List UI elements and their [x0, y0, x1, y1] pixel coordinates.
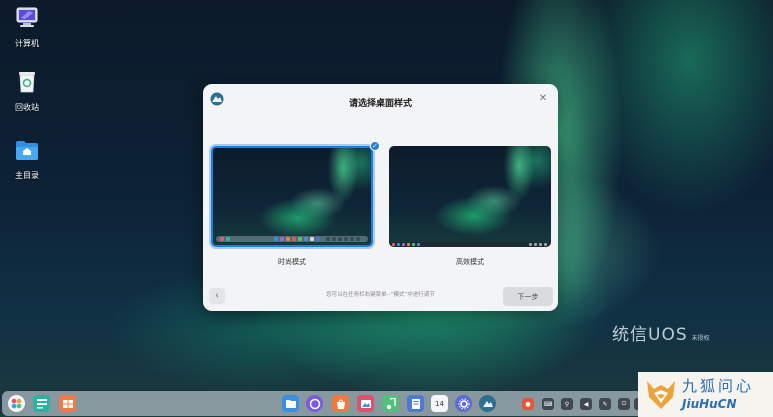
calendar-day: 14 — [435, 399, 444, 408]
preview-dock — [389, 242, 551, 247]
option-efficient-mode[interactable]: 高效模式 — [389, 146, 551, 267]
image-viewer-icon[interactable] — [357, 395, 374, 412]
jiuhu-logo: 九狐问心 JiuHuCN — [638, 372, 773, 417]
keyboard-icon[interactable]: ⌨ — [542, 398, 554, 410]
file-manager-icon[interactable] — [282, 395, 299, 412]
document-viewer-icon[interactable] — [407, 395, 424, 412]
option-label: 时尚模式 — [278, 258, 306, 266]
logo-cn-text: 九狐问心 — [682, 377, 755, 395]
preview-dock — [216, 236, 368, 242]
desktop-icon-label: 主目录 — [15, 171, 39, 180]
selected-check-icon: ✓ — [370, 141, 380, 151]
power-icon[interactable]: ⏻ — [618, 398, 630, 410]
option-label: 高效模式 — [456, 258, 484, 266]
calendar-icon[interactable]: 14 — [431, 395, 448, 412]
logo-en-text: JiuHuCN — [682, 397, 737, 411]
launcher-icon[interactable] — [8, 395, 25, 412]
multitask-icon[interactable] — [33, 395, 50, 412]
fox-logo-icon — [647, 381, 675, 409]
usb-icon[interactable]: ⚲ — [561, 398, 573, 410]
desktop-icon-computer[interactable]: 计算机 — [6, 6, 48, 49]
uos-watermark: 统信UOS 未授权 — [612, 320, 710, 345]
deepin-icon[interactable] — [479, 395, 496, 412]
next-button[interactable]: 下一步 — [503, 287, 553, 306]
desktop-icon-label: 回收站 — [15, 103, 39, 112]
computer-icon — [15, 6, 39, 30]
workspace-icon[interactable] — [59, 395, 76, 412]
desktop-icon-label: 计算机 — [15, 39, 39, 48]
browser-icon[interactable] — [306, 395, 323, 412]
option-fashion-mode[interactable]: 时尚模式 — [211, 146, 373, 267]
watermark-title: 统信UOS — [612, 325, 688, 345]
fashion-mode-preview[interactable] — [211, 146, 373, 247]
volume-icon[interactable]: ◀ — [580, 398, 592, 410]
app-store-icon[interactable] — [332, 395, 349, 412]
watermark-sub: 未授权 — [691, 335, 710, 342]
music-icon[interactable] — [382, 395, 399, 412]
settings-icon[interactable] — [455, 395, 472, 412]
app-tray-icon[interactable]: ● — [522, 398, 534, 410]
desktop-style-dialog: 请选择桌面样式 ✕ 时尚模式 ✓ 高效模式 ‹ 您可以在任务栏右键菜单--“模式… — [203, 84, 558, 311]
home-folder-icon — [15, 138, 39, 162]
efficient-mode-preview[interactable] — [389, 146, 551, 247]
dialog-title: 请选择桌面样式 — [348, 99, 412, 109]
desktop-icon-home[interactable]: 主目录 — [6, 138, 48, 181]
close-icon[interactable]: ✕ — [536, 91, 550, 105]
pen-icon[interactable]: ✎ — [599, 398, 611, 410]
trash-icon — [15, 70, 39, 94]
desktop-icon-trash[interactable]: 回收站 — [6, 70, 48, 113]
